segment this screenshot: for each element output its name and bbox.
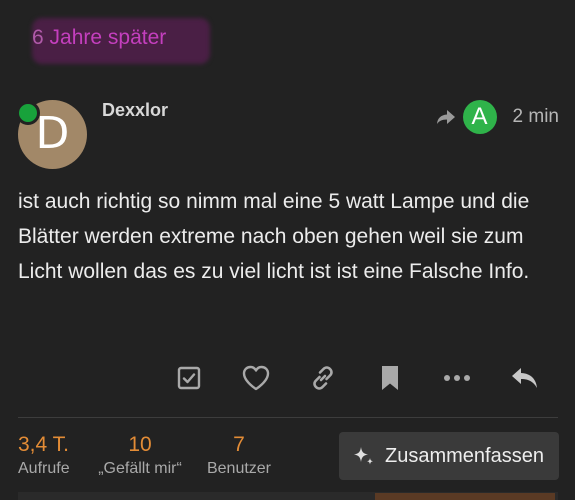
time-gap-number: 6 (32, 26, 44, 49)
time-gap-label: Jahre später (43, 26, 167, 49)
post-actions (0, 361, 575, 395)
topic-post-page: 6 Jahre später D Dexxlor A 2 min ist auc… (0, 0, 575, 500)
reply-to-avatar[interactable]: A (462, 100, 497, 134)
next-post-accent (375, 493, 555, 500)
post-username[interactable]: Dexxlor (102, 100, 168, 121)
sparkle-icon (354, 447, 373, 465)
summarize-button[interactable]: Zusammenfassen (339, 432, 559, 480)
post-time[interactable]: 2 min (513, 106, 559, 128)
stat-users-value: 7 (233, 433, 245, 456)
user-avatar-letter: D (35, 108, 70, 159)
share-link-icon[interactable] (306, 361, 340, 395)
reply-to-arrow-icon (435, 108, 457, 126)
online-status-dot (16, 101, 40, 125)
post-body: ist auch richtig so nimm mal eine 5 watt… (18, 190, 530, 283)
stat-views-label: Aufrufe (18, 460, 70, 477)
solution-checkbox-icon[interactable] (172, 361, 206, 395)
reply-meta: A 2 min (435, 100, 559, 134)
more-dots-icon[interactable] (440, 361, 474, 395)
stat-views: 3,4 T. Aufrufe (18, 432, 70, 480)
summarize-button-label: Zusammenfassen (385, 444, 544, 467)
stat-likes-value: 10 (128, 433, 152, 456)
section-divider (18, 417, 558, 418)
like-heart-icon[interactable] (239, 361, 273, 395)
reply-icon[interactable] (508, 361, 542, 395)
time-gap-notice: 6 Jahre später (32, 18, 212, 66)
bookmark-icon[interactable] (373, 361, 407, 395)
stat-likes-label: „Gefällt mir“ (98, 460, 182, 477)
stat-likes: 10 „Gefällt mir“ (90, 432, 190, 480)
stat-users: 7 Benutzer (198, 432, 280, 480)
time-gap-text: 6 Jahre später (32, 26, 166, 50)
stat-users-label: Benutzer (206, 460, 272, 477)
stat-views-value: 3,4 T. (18, 433, 69, 456)
reply-to-avatar-letter: A (471, 103, 488, 130)
